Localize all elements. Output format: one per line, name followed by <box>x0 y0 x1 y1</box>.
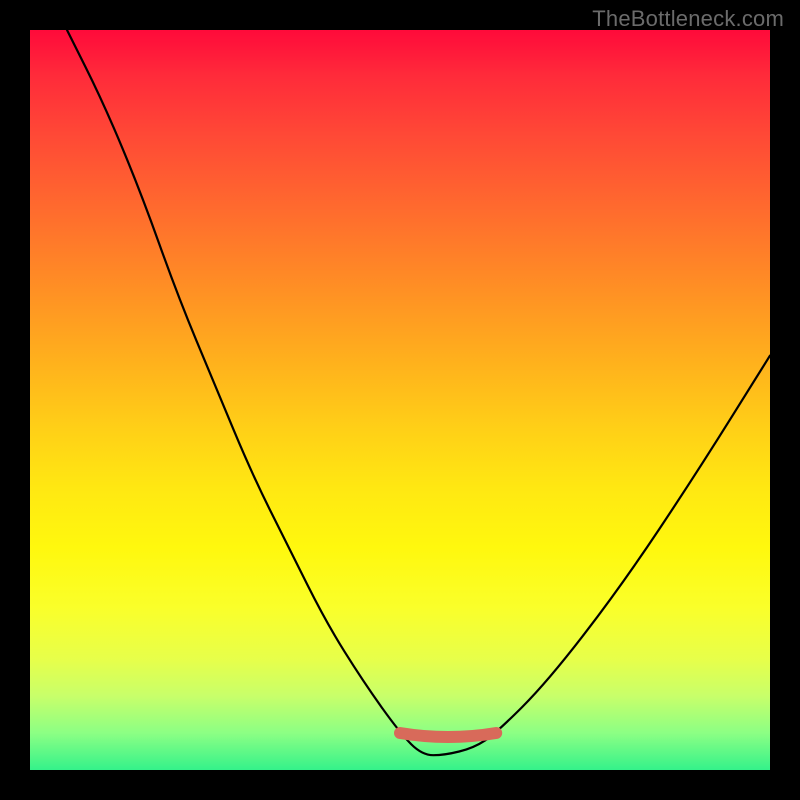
plot-area <box>30 30 770 770</box>
highlight-segment-path <box>400 733 496 737</box>
chart-frame: TheBottleneck.com <box>0 0 800 800</box>
watermark-text: TheBottleneck.com <box>592 6 784 32</box>
bottleneck-curve-path <box>67 30 770 755</box>
curve-svg <box>30 30 770 770</box>
